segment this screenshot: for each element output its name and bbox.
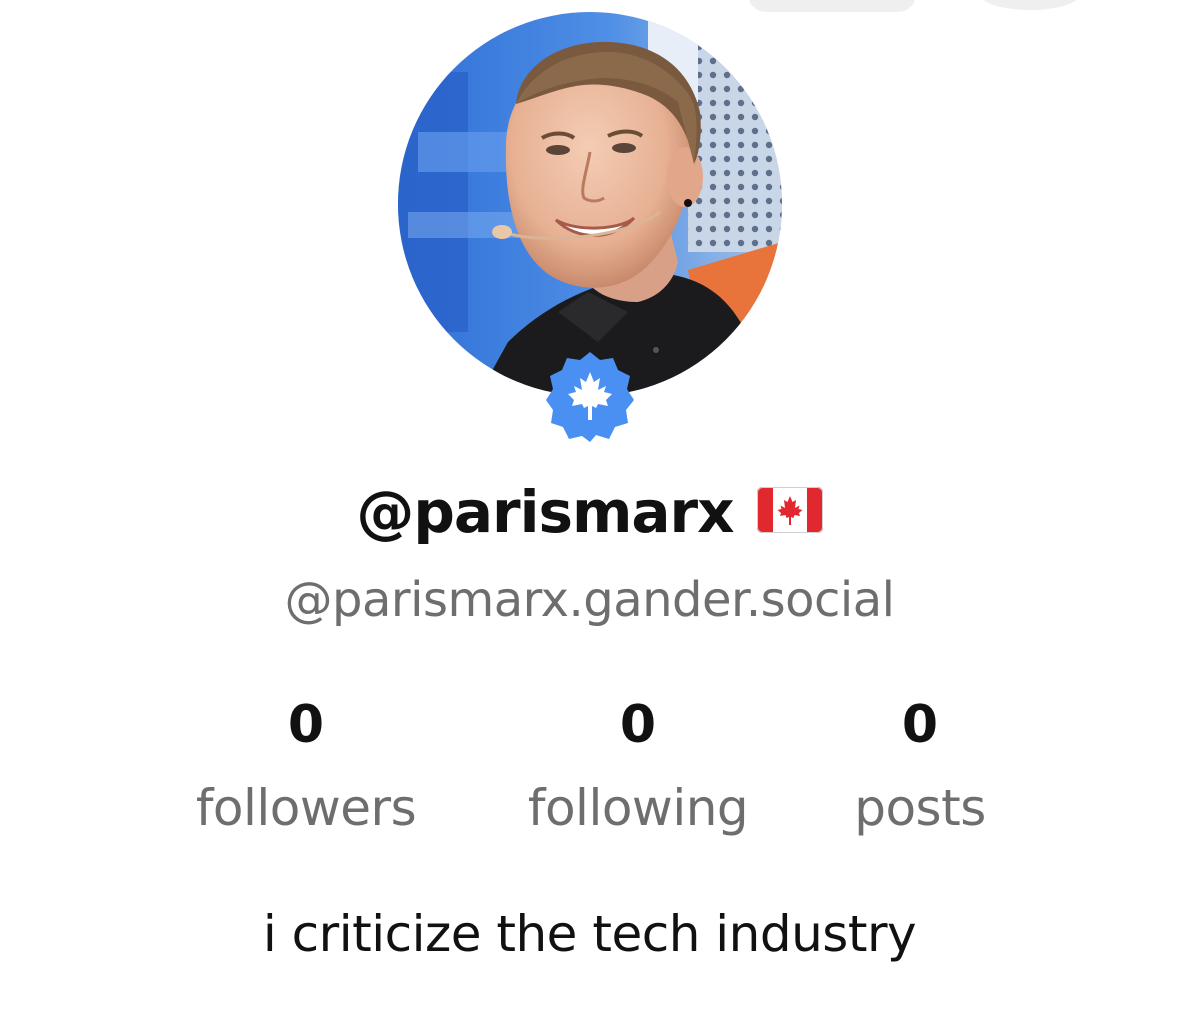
following-label: following xyxy=(527,779,749,837)
stat-posts[interactable]: 0 posts xyxy=(854,690,986,840)
followers-label: followers xyxy=(195,779,417,837)
avatar[interactable] xyxy=(398,12,782,396)
header-action-button[interactable] xyxy=(748,0,916,12)
following-count: 0 xyxy=(619,695,657,755)
profile-page: @parismarx @parismarx.gander.social 0 fo… xyxy=(0,0,1179,1010)
display-name-row: @parismarx xyxy=(0,478,1179,546)
account-handle: @parismarx.gander.social xyxy=(284,572,895,628)
profile-bio: i criticize the tech industry xyxy=(262,905,917,963)
posts-count: 0 xyxy=(901,695,939,755)
maple-leaf-verified-icon xyxy=(544,350,636,442)
stat-followers[interactable]: 0 followers xyxy=(195,690,417,840)
canada-flag-icon xyxy=(756,487,823,533)
posts-label: posts xyxy=(854,779,986,837)
display-name: @parismarx xyxy=(356,478,734,546)
stat-following[interactable]: 0 following xyxy=(527,690,749,840)
followers-count: 0 xyxy=(287,695,325,755)
header-menu-button[interactable] xyxy=(980,0,1080,10)
